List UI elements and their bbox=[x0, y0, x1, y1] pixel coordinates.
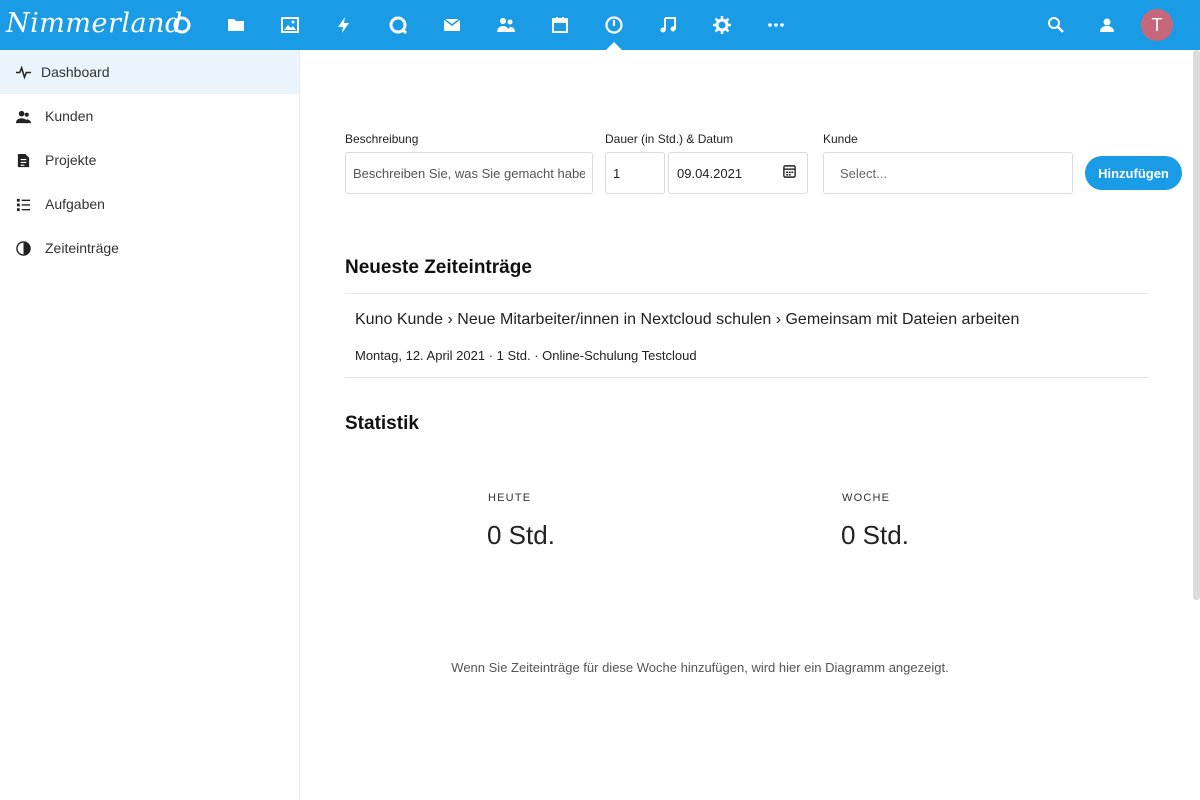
today-label: HEUTE bbox=[488, 492, 532, 504]
files-folder-icon[interactable] bbox=[222, 11, 250, 39]
logo[interactable]: Nimmerland bbox=[6, 4, 182, 44]
entry-path: Kuno Kunde › Neue Mitarbeiter/innen in N… bbox=[355, 311, 1020, 328]
projects-document-icon bbox=[14, 151, 32, 169]
sidebar-item-label: Dashboard bbox=[41, 64, 110, 80]
clients-icon bbox=[14, 107, 32, 125]
mail-icon[interactable] bbox=[438, 11, 466, 39]
activity-pulse-icon bbox=[14, 63, 32, 81]
statistics-title: Statistik bbox=[345, 413, 419, 434]
empty-chart-message: Wenn Sie Zeiteinträge für diese Woche hi… bbox=[451, 660, 949, 675]
description-label: Beschreibung bbox=[345, 132, 419, 146]
talk-chat-icon[interactable] bbox=[384, 11, 412, 39]
add-button[interactable]: Hinzufügen bbox=[1085, 156, 1182, 190]
duration-date-label: Dauer (in Std.) & Datum bbox=[605, 132, 734, 146]
week-value: 0 Std. bbox=[841, 520, 909, 550]
dashboard-circle-icon[interactable] bbox=[168, 11, 196, 39]
sidebar-item-aufgaben[interactable]: Aufgaben bbox=[0, 182, 299, 226]
activity-bolt-icon[interactable] bbox=[330, 11, 358, 39]
sidebar-item-kunden[interactable]: Kunden bbox=[0, 94, 299, 138]
timemanager-clock-icon[interactable] bbox=[600, 11, 628, 39]
contacts-menu-icon[interactable] bbox=[1093, 11, 1121, 39]
date-picker[interactable]: 09.04.2021 bbox=[668, 152, 808, 194]
active-app-indicator bbox=[606, 42, 622, 50]
music-icon[interactable] bbox=[654, 11, 682, 39]
calendar-icon[interactable] bbox=[546, 11, 574, 39]
description-input[interactable] bbox=[345, 152, 593, 194]
more-apps-icon[interactable] bbox=[762, 11, 790, 39]
tasks-list-icon bbox=[14, 195, 32, 213]
recent-entries-title: Neueste Zeiteinträge bbox=[345, 257, 532, 278]
entry-meta: Montag, 12. April 2021 · 1 Std. · Online… bbox=[355, 348, 697, 363]
customer-select[interactable]: Select... bbox=[823, 152, 1073, 194]
sidebar-item-dashboard[interactable]: Dashboard bbox=[0, 50, 299, 94]
today-value: 0 Std. bbox=[487, 520, 555, 550]
sidebar-item-label: Projekte bbox=[45, 152, 97, 168]
customer-label: Kunde bbox=[823, 132, 858, 146]
top-header: Nimmerland T bbox=[0, 0, 1200, 50]
page-scrollbar[interactable] bbox=[1193, 50, 1200, 600]
time-entries-pie-icon bbox=[14, 239, 32, 257]
date-value: 09.04.2021 bbox=[677, 165, 743, 181]
customer-placeholder: Select... bbox=[840, 165, 887, 181]
calendar-icon[interactable] bbox=[782, 164, 797, 182]
recent-entries-list: Kuno Kunde › Neue Mitarbeiter/innen in N… bbox=[345, 293, 1149, 378]
main-content: Beschreibung Dauer (in Std.) & Datum 09.… bbox=[300, 50, 1193, 800]
contacts-icon[interactable] bbox=[492, 11, 520, 39]
search-icon[interactable] bbox=[1042, 11, 1070, 39]
sidebar-item-label: Kunden bbox=[45, 108, 94, 124]
sidebar-item-projekte[interactable]: Projekte bbox=[0, 138, 299, 182]
sidebar-item-label: Aufgaben bbox=[45, 196, 105, 212]
user-avatar[interactable]: T bbox=[1141, 9, 1173, 41]
sidebar-item-zeiteintraege[interactable]: Zeiteinträge bbox=[0, 226, 299, 270]
list-item[interactable]: Kuno Kunde › Neue Mitarbeiter/innen in N… bbox=[345, 294, 1149, 378]
sidebar-item-label: Zeiteinträge bbox=[45, 240, 119, 256]
sidebar: Dashboard Kunden Projekte Aufgaben Zeite… bbox=[0, 50, 300, 800]
duration-input[interactable] bbox=[605, 152, 665, 194]
settings-gear-icon[interactable] bbox=[708, 11, 736, 39]
photos-icon[interactable] bbox=[276, 11, 304, 39]
week-label: WOCHE bbox=[842, 492, 891, 504]
